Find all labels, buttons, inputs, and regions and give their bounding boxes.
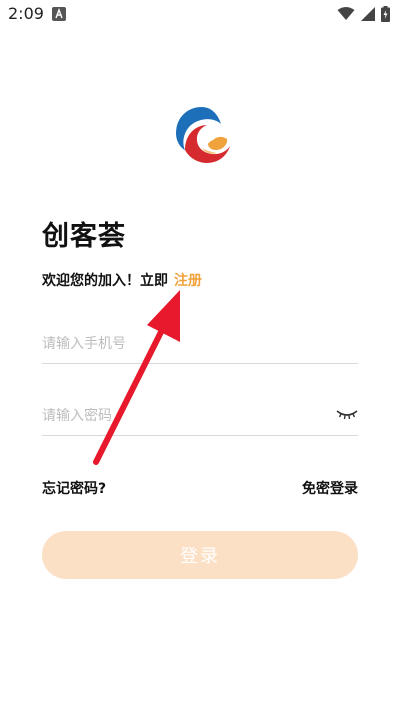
status-bar: 2:09 xyxy=(0,0,400,28)
battery-charging-icon xyxy=(381,6,390,22)
register-link[interactable]: 注册 xyxy=(174,273,202,289)
app-logo xyxy=(176,107,230,163)
welcome-text: 欢迎您的加入！立即 注册 xyxy=(42,270,202,290)
phone-input[interactable] xyxy=(42,329,312,359)
welcome-label: 欢迎您的加入！立即 xyxy=(42,273,168,289)
login-screen: 2:09 创客荟 欢迎您的加入！立即 注册 请输入手机号 忘记密码? 免密登录 … xyxy=(0,0,400,710)
phone-field xyxy=(42,329,358,364)
status-icons xyxy=(337,5,390,23)
eye-closed-icon[interactable] xyxy=(336,407,358,421)
password-input[interactable] xyxy=(42,401,312,431)
signal-icon xyxy=(361,7,375,21)
forgot-password-link[interactable]: 忘记密码? xyxy=(42,478,106,498)
password-field xyxy=(42,401,358,436)
passwordless-login-link[interactable]: 免密登录 xyxy=(302,478,358,498)
app-title: 创客荟 xyxy=(42,221,126,252)
status-time: 2:09 xyxy=(8,4,44,23)
wifi-icon xyxy=(337,7,355,20)
notification-a-icon xyxy=(52,7,66,21)
login-button[interactable]: 登录 xyxy=(42,531,358,579)
